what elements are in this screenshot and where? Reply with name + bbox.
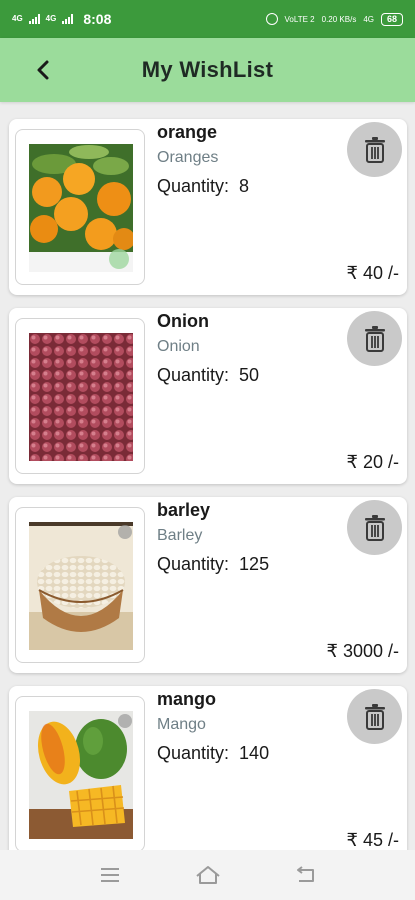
mango-image [29,711,133,839]
delete-button[interactable] [347,500,402,555]
trash-icon [364,514,385,541]
volte-text: VoLTE 2 [284,14,315,24]
orange-image [29,144,133,272]
quantity-value: 50 [239,365,260,385]
product-quantity: Quantity: 125 [157,554,269,575]
product-quantity: Quantity: 50 [157,365,259,386]
wishlist: orange Oranges Quantity: 8 ₹ 40 /- Onion… [0,102,415,850]
wishlist-item[interactable]: orange Oranges Quantity: 8 ₹ 40 /- [9,119,407,295]
status-bar: 4G 4G 8:08 VoLTE 2 0.20 KB/s 4G 68 [0,0,415,38]
page-title: My WishList [141,57,274,82]
product-category: Onion [157,338,200,355]
quantity-label: Quantity: [157,743,230,763]
status-left: 4G 4G 8:08 [12,11,111,27]
status-right: VoLTE 2 0.20 KB/s 4G 68 [265,12,403,26]
status-time: 8:08 [83,11,112,27]
alarm-icon [265,13,278,25]
product-category: Barley [157,527,203,544]
signal-icon-2 [62,14,74,24]
product-price: ₹ 20 /- [346,452,399,472]
product-price: ₹ 3000 /- [326,641,400,661]
wishlist-item[interactable]: mango Mango Quantity: 140 ₹ 45 /- [9,686,407,850]
delete-button[interactable] [347,311,402,366]
nav-back-button[interactable] [293,862,319,888]
speed-text: 0.20 KB/s [321,14,357,24]
network-4g-1: 4G [12,14,23,23]
product-category: Mango [157,716,206,733]
system-nav-bar [0,850,415,900]
product-image-frame [15,696,145,850]
battery-icon: 68 [380,12,403,26]
quantity-label: Quantity: [157,176,230,196]
onion-image [29,333,133,461]
product-image-frame [15,318,145,474]
wishlist-item[interactable]: Onion Onion Quantity: 50 ₹ 20 /- [9,308,407,484]
product-quantity: Quantity: 140 [157,743,269,764]
product-image-frame [15,507,145,663]
network-4g-right: 4G [363,14,374,24]
quantity-value: 8 [239,176,250,196]
signal-icon [28,14,40,24]
product-image-frame [15,129,145,285]
product-price: ₹ 45 /- [346,830,399,850]
back-arrow-icon [37,60,49,80]
product-category: Oranges [157,149,219,166]
app-header: My WishList [0,38,415,102]
product-name: mango [157,689,217,709]
quantity-value: 125 [239,554,270,574]
product-price: ₹ 40 /- [346,263,399,283]
delete-button[interactable] [347,689,402,744]
barley-image [29,522,133,650]
product-name: barley [157,500,211,520]
product-name: orange [157,122,218,142]
nav-home-button[interactable] [195,862,221,888]
product-name: Onion [157,311,209,331]
delete-button[interactable] [347,122,402,177]
back-icon [296,866,314,882]
network-4g-2: 4G [45,14,57,23]
menu-icon [100,868,119,882]
back-button[interactable] [30,57,56,83]
quantity-label: Quantity: [157,365,230,385]
product-quantity: Quantity: 8 [157,176,249,197]
quantity-value: 140 [239,743,270,763]
trash-icon [364,136,385,163]
home-icon [195,866,220,884]
trash-icon [364,703,385,730]
quantity-label: Quantity: [157,554,230,574]
nav-menu-button[interactable] [97,862,123,888]
trash-icon [364,325,385,352]
wishlist-item[interactable]: barley Barley Quantity: 125 ₹ 3000 /- [9,497,407,673]
